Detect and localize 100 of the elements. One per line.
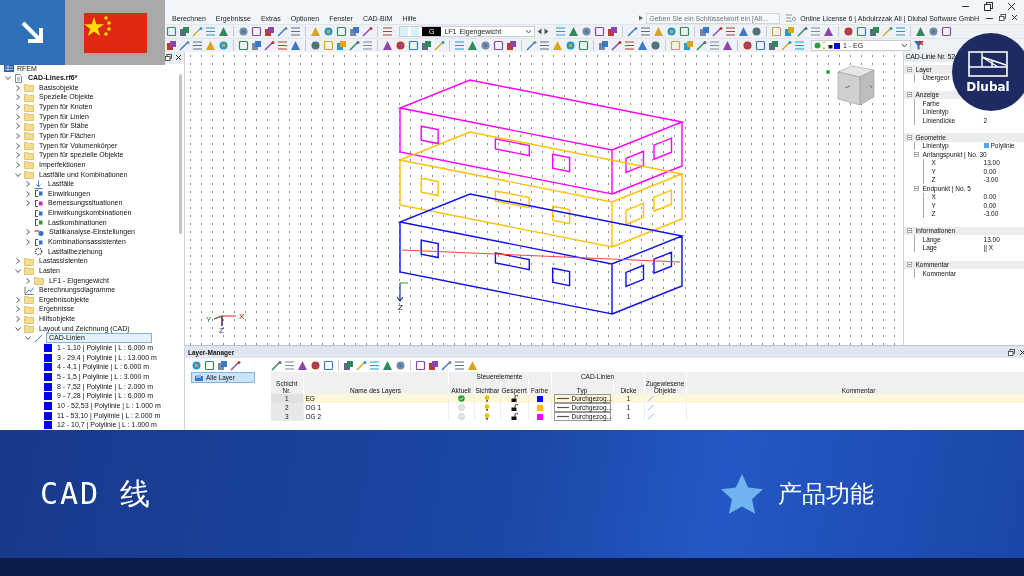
tool-icon[interactable] — [218, 26, 229, 37]
tool-icon[interactable] — [506, 40, 517, 51]
tool-icon[interactable] — [191, 359, 202, 371]
collapse-chevron-icon[interactable] — [14, 316, 21, 323]
tool-icon[interactable] — [881, 26, 893, 37]
tool-icon[interactable] — [277, 40, 288, 51]
tool-icon[interactable] — [343, 359, 354, 371]
collapse-chevron-icon[interactable] — [14, 113, 21, 120]
tool-icon[interactable] — [192, 40, 203, 51]
tool-icon[interactable] — [369, 359, 380, 371]
tool-icon[interactable] — [421, 40, 432, 51]
tool-icon[interactable] — [336, 40, 347, 51]
collapse-icon[interactable] — [913, 151, 919, 157]
tool-icon[interactable] — [480, 40, 491, 51]
tool-icon[interactable] — [408, 40, 419, 51]
collapse-chevron-icon[interactable] — [14, 152, 21, 159]
tool-icon[interactable] — [454, 40, 465, 51]
tool-icon[interactable] — [750, 26, 762, 37]
tool-icon[interactable] — [650, 40, 661, 51]
tool-icon[interactable] — [166, 40, 177, 51]
collapse-chevron-icon[interactable] — [24, 200, 31, 207]
collapse-chevron-icon[interactable] — [14, 306, 21, 313]
tool-icon[interactable] — [737, 26, 749, 37]
collapse-chevron-icon[interactable] — [24, 277, 31, 284]
list-search-icon[interactable] — [786, 14, 797, 22]
float-window-icon[interactable] — [999, 13, 1006, 21]
collapse-chevron-icon[interactable] — [14, 258, 21, 265]
check-circle-icon[interactable] — [457, 395, 465, 402]
tool-icon[interactable] — [683, 40, 694, 51]
tool-icon[interactable] — [310, 359, 321, 371]
bulb-icon[interactable] — [484, 413, 490, 420]
tool-icon[interactable] — [179, 26, 190, 37]
tool-icon[interactable] — [696, 40, 707, 51]
tool-icon[interactable] — [781, 40, 792, 51]
tool-icon[interactable] — [382, 26, 393, 37]
arrow-icon[interactable] — [638, 15, 645, 21]
collapse-chevron-icon[interactable] — [14, 94, 21, 101]
tool-icon[interactable] — [526, 40, 537, 51]
lock-icon[interactable] — [510, 404, 518, 411]
tool-icon[interactable] — [822, 26, 834, 37]
collapse-chevron-icon[interactable] — [14, 132, 21, 139]
float-window-icon[interactable] — [1007, 348, 1015, 356]
float-window-icon[interactable] — [165, 54, 172, 62]
bulb-icon[interactable] — [484, 404, 490, 411]
color-swatch[interactable] — [536, 395, 543, 402]
tool-icon[interactable] — [624, 40, 635, 51]
tool-icon[interactable] — [842, 26, 854, 37]
collapse-chevron-icon[interactable] — [14, 104, 21, 111]
tool-icon[interactable] — [454, 359, 465, 371]
collapse-icon[interactable] — [913, 185, 919, 191]
tool-icon[interactable] — [796, 26, 808, 37]
tool-icon[interactable] — [310, 40, 321, 51]
tool-icon[interactable] — [709, 40, 720, 51]
tool-icon[interactable] — [927, 26, 939, 37]
tool-icon[interactable] — [493, 40, 504, 51]
tool-icon[interactable] — [868, 26, 880, 37]
color-swatch[interactable] — [536, 404, 543, 411]
tool-icon[interactable] — [205, 26, 216, 37]
collapse-icon[interactable] — [906, 134, 912, 140]
tool-icon[interactable] — [218, 40, 229, 51]
tool-icon[interactable] — [598, 40, 609, 51]
tool-icon[interactable] — [230, 359, 241, 371]
expand-chevron-icon[interactable] — [14, 171, 21, 178]
lock-icon[interactable] — [510, 413, 518, 420]
tool-icon[interactable] — [395, 40, 406, 51]
tool-icon[interactable] — [362, 26, 373, 37]
tool-icon[interactable] — [639, 26, 651, 37]
tool-icon[interactable] — [356, 359, 367, 371]
collapse-icon[interactable] — [906, 66, 912, 72]
collapse-chevron-icon[interactable] — [24, 229, 31, 236]
tool-icon[interactable] — [415, 359, 426, 371]
tool-icon[interactable] — [271, 359, 282, 371]
tool-icon[interactable] — [914, 26, 926, 37]
bulb-icon[interactable] — [484, 395, 490, 402]
collapse-chevron-icon[interactable] — [14, 84, 21, 91]
tool-icon[interactable] — [742, 40, 753, 51]
tool-icon[interactable] — [428, 359, 439, 371]
tool-icon[interactable] — [578, 40, 589, 51]
collapse-chevron-icon[interactable] — [14, 123, 21, 130]
tool-icon[interactable] — [940, 26, 952, 37]
tool-icon[interactable] — [277, 26, 288, 37]
tool-icon[interactable] — [894, 26, 906, 37]
tool-icon[interactable] — [755, 40, 766, 51]
close-icon[interactable] — [1007, 1, 1016, 11]
tool-icon[interactable] — [626, 26, 638, 37]
collapse-icon[interactable] — [906, 92, 912, 98]
collapse-chevron-icon[interactable] — [24, 239, 31, 245]
tool-icon[interactable] — [567, 26, 579, 37]
tool-icon[interactable] — [441, 359, 452, 371]
tool-icon[interactable] — [349, 40, 360, 51]
tool-icon[interactable] — [297, 359, 308, 371]
collapse-chevron-icon[interactable] — [24, 190, 31, 197]
next-icon[interactable] — [543, 28, 549, 35]
filter-icon[interactable] — [913, 40, 924, 51]
expand-chevron-icon[interactable] — [4, 75, 11, 82]
tool-icon[interactable] — [794, 40, 805, 51]
tool-icon[interactable] — [204, 359, 215, 371]
close-icon[interactable] — [1011, 13, 1018, 21]
tool-icon[interactable] — [238, 40, 249, 51]
tool-icon[interactable] — [284, 359, 295, 371]
